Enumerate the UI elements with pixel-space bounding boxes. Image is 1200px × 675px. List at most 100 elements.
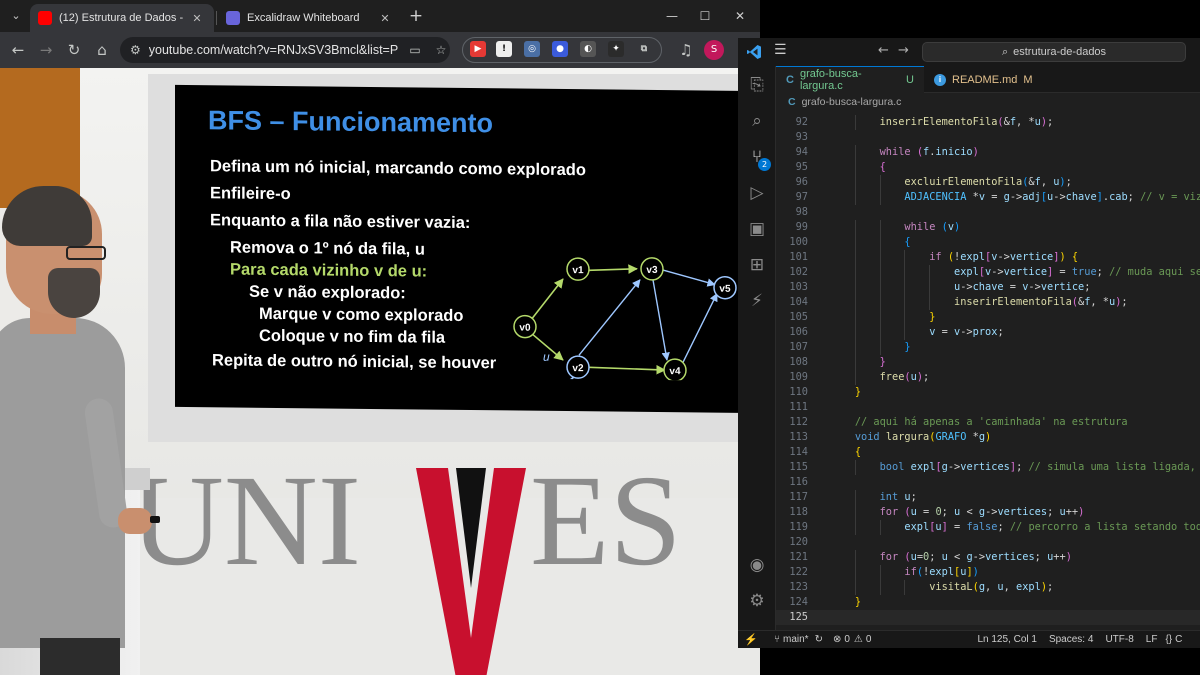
code-line[interactable]: 123 visitaL(g, u, expl); [776,580,1200,595]
code-line[interactable]: 99 while (v) [776,220,1200,235]
extension-icon[interactable]: ● [552,41,568,57]
line-number: 97 [795,191,808,203]
graph-node-label: v3 [646,265,658,276]
code-line[interactable]: 107 } [776,340,1200,355]
command-center-search[interactable]: ⌕ estrutura-de-dados [922,42,1186,62]
encoding[interactable]: UTF-8 [1105,634,1133,645]
line-number: 99 [795,221,808,233]
menu-icon[interactable]: ☰ [774,42,787,58]
code-line[interactable]: 118 for (u = 0; u < g->vertices; u++) [776,505,1200,520]
code-editor[interactable]: 92 inserirElementoFila(&f, *u); 93 94 whil… [776,111,1200,630]
reload-button[interactable]: ↻ [64,40,84,60]
branch-name[interactable]: main* [783,634,809,645]
indent-guide [929,295,931,310]
language-mode[interactable]: C [1175,634,1182,645]
close-tab-icon[interactable]: ✕ [378,12,392,25]
tab-youtube[interactable]: (12) Estrutura de Dados - Aula 2 ✕ [30,4,214,32]
code-line[interactable]: 102 expl[v->vertice] = true; // muda aqu… [776,265,1200,280]
maximize-button[interactable]: ☐ [693,6,717,26]
sync-icon[interactable]: ↻ [815,634,823,645]
media-controls-icon[interactable]: ♫ [676,40,696,60]
code-line[interactable]: 100 { [776,235,1200,250]
code-text: void largura(GRAFO *g) [854,431,992,443]
code-line[interactable]: 116 [776,475,1200,490]
code-line[interactable]: 117 int u; [776,490,1200,505]
code-line[interactable]: 112 // aqui há apenas a 'caminhada' na e… [776,415,1200,430]
run-debug-icon[interactable]: ▷ [746,182,768,204]
breadcrumb-file[interactable]: grafo-busca-largura.c [802,96,902,108]
site-info-icon[interactable]: ⚙ [130,43,141,57]
code-line[interactable]: 111 [776,400,1200,415]
back-button[interactable]: ← [8,40,28,60]
new-tab-button[interactable]: + [406,6,426,26]
cursor-position[interactable]: Ln 125, Col 1 [977,634,1037,645]
url-text: youtube.com/watch?v=RNJxSV3Bmcl&list=PL_… [148,43,398,57]
code-line[interactable]: 104 inserirElementoFila(&f, *u); [776,295,1200,310]
errors-count[interactable]: 0 [844,634,850,645]
presentation-clicker [150,516,160,523]
code-line[interactable]: 101 if (!expl[v->vertice]) { [776,250,1200,265]
code-line[interactable]: 97 ADJACENCIA *v = g->adj[u->chave].cab;… [776,190,1200,205]
youtube-extension-icon[interactable]: ▶ [470,41,486,57]
account-icon[interactable]: ◉ [746,554,768,576]
extensions-icon[interactable]: ⊞ [746,254,768,276]
code-line[interactable]: 92 inserirElementoFila(&f, *u); [776,115,1200,130]
remote-explorer-icon[interactable]: ▣ [746,218,768,240]
remote-indicator-icon[interactable]: ⚡ [738,631,764,649]
code-line[interactable]: 98 [776,205,1200,220]
code-line[interactable]: 103 u->chave = v->vertice; [776,280,1200,295]
close-tab-icon[interactable]: ✕ [190,12,204,25]
close-window-button[interactable]: ✕ [728,6,752,26]
code-line[interactable]: 105 } [776,310,1200,325]
code-line[interactable]: 109 free(u); [776,370,1200,385]
code-line[interactable]: 124 } [776,595,1200,610]
tab-search-button[interactable]: ⌄ [6,6,26,26]
line-number: 110 [789,386,808,398]
copilot-icon[interactable]: ⚡ [746,290,768,312]
code-line[interactable]: 108 } [776,355,1200,370]
code-line[interactable]: 94 while (f.inicio) [776,145,1200,160]
extensions-puzzle-icon[interactable]: ⧉ [636,41,652,57]
extension-icon[interactable]: ✦ [608,41,624,57]
explorer-icon[interactable]: ⎘ [746,74,768,96]
forward-button[interactable]: → [36,40,56,60]
indent-guide [854,235,856,250]
code-line[interactable]: 93 [776,130,1200,145]
code-line[interactable]: 110 } [776,385,1200,400]
code-line[interactable]: 122 if(!expl[u]) [776,565,1200,580]
warnings-count[interactable]: 0 [866,634,872,645]
tab-readme[interactable]: i README.md M [924,66,1064,93]
minimize-button[interactable]: — [660,6,684,26]
settings-gear-icon[interactable]: ⚙ [746,590,768,612]
code-line[interactable]: 114 { [776,445,1200,460]
video-player[interactable]: BFS – Funcionamento Defina um nó inicial… [0,68,760,675]
code-line[interactable]: 120 [776,535,1200,550]
code-line[interactable]: 115 bool expl[g->vertices]; // simula um… [776,460,1200,475]
cast-icon[interactable]: ▭ [406,43,424,57]
line-number: 113 [789,431,808,443]
home-button[interactable]: ⌂ [92,40,112,60]
code-line[interactable]: 95 { [776,160,1200,175]
extension-icon[interactable]: ! [496,41,512,57]
bookmark-star-icon[interactable]: ☆ [432,43,450,57]
indentation[interactable]: Spaces: 4 [1049,634,1093,645]
address-bar[interactable]: ⚙ youtube.com/watch?v=RNJxSV3Bmcl&list=P… [120,37,450,63]
nav-forward-icon[interactable]: → [898,43,909,58]
code-line[interactable]: 96 excluirElementoFila(&f, u); [776,175,1200,190]
code-line[interactable]: 106 v = v->prox; [776,325,1200,340]
line-ending[interactable]: LF [1146,634,1158,645]
code-line[interactable]: 121 for (u=0; u < g->vertices; u++) [776,550,1200,565]
code-line[interactable]: 125 [776,610,1200,625]
nav-back-icon[interactable]: ← [878,43,889,58]
graph-node-v2: v2 [566,355,590,379]
breadcrumb[interactable]: C grafo-busca-largura.c [776,93,1200,111]
profile-avatar[interactable]: S [704,40,724,60]
code-line[interactable]: 113 void largura(GRAFO *g) [776,430,1200,445]
extension-icon[interactable]: ◎ [524,41,540,57]
extension-icon[interactable]: ◐ [580,41,596,57]
code-line[interactable]: 119 expl[u] = false; // percorro a lista… [776,520,1200,535]
tab-excalidraw[interactable]: Excalidraw Whiteboard ✕ [218,4,402,32]
search-icon[interactable]: ⌕ [746,110,768,132]
tab-grafo-busca-largura[interactable]: C grafo-busca-largura.c U [776,66,924,93]
graph-node-v4: v4 [663,358,687,381]
